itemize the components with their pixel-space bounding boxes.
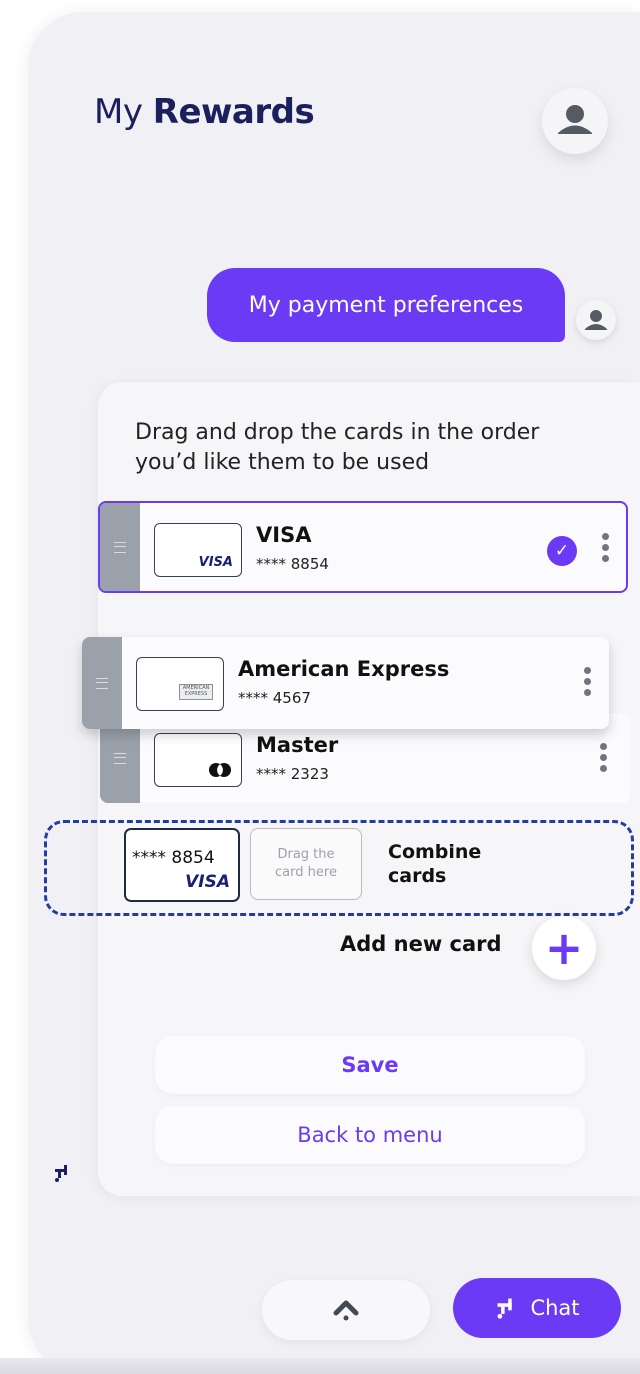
brand-logo-icon [55,1165,67,1182]
combined-card-number: **** 8854 [132,848,215,868]
card-number: **** 4567 [238,689,311,707]
mastercard-logo [209,763,231,777]
card-name: American Express [238,657,450,681]
chat-logo-icon [497,1298,513,1319]
card-thumbnail [154,733,242,787]
chat-label: Chat [530,1296,580,1320]
bottom-edge [0,1358,640,1374]
check-icon[interactable]: ✓ [547,536,577,566]
drag-handle-icon [114,541,126,553]
card-drop-target[interactable]: Drag the card here [250,828,362,900]
drag-handle-icon [114,752,126,764]
back-label: Back to menu [297,1123,443,1147]
add-card-label: Add new card [340,932,502,956]
card-number: **** 8854 [256,555,329,573]
card-thumbnail: AMERICAN EXPRESS [136,657,224,711]
title-part-my: My [94,92,143,132]
chat-button[interactable]: Chat [453,1278,621,1338]
back-to-menu-button[interactable]: Back to menu [155,1106,585,1164]
amex-logo: AMERICAN EXPRESS [179,684,213,700]
drop-hint: Drag the card here [275,847,337,880]
scroll-up-button[interactable] [262,1280,430,1340]
add-card-button[interactable]: + [532,916,596,980]
drag-handle-icon [96,677,108,689]
user-message-text: My payment preferences [248,292,524,318]
user-icon [558,105,592,134]
user-message-bubble: My payment preferences [207,268,565,342]
chevron-up-icon [333,1300,359,1321]
drag-handle[interactable] [82,637,122,729]
instruction-text: Drag and drop the cards in the order you… [135,420,540,475]
title-part-rewards: Rewards [152,92,315,132]
combine-cards-label: Combine cards [388,841,482,887]
amex-logo-text: AMERICAN EXPRESS [182,685,210,697]
profile-avatar-button[interactable] [542,88,608,154]
save-button[interactable]: Save [155,1036,585,1094]
card-name: Master [256,733,339,757]
visa-logo: VISA [198,555,233,570]
user-icon [585,310,607,330]
more-options-icon[interactable] [584,667,592,700]
payment-card-amex[interactable]: AMERICAN EXPRESS American Express **** 4… [82,637,609,729]
card-name: VISA [256,523,312,547]
page-title: My Rewards [94,92,315,132]
card-thumbnail: VISA [154,523,242,577]
more-options-icon[interactable] [600,743,608,776]
more-options-icon[interactable] [602,533,610,566]
save-label: Save [341,1053,399,1077]
payment-card-visa[interactable]: VISA VISA **** 8854 ✓ [98,501,628,593]
drag-handle[interactable] [100,503,140,591]
card-number: **** 2323 [256,765,329,783]
visa-logo: VISA [185,872,230,892]
plus-icon: + [544,921,584,975]
user-avatar [576,300,616,340]
combined-card-visa[interactable]: **** 8854 VISA [124,828,240,902]
